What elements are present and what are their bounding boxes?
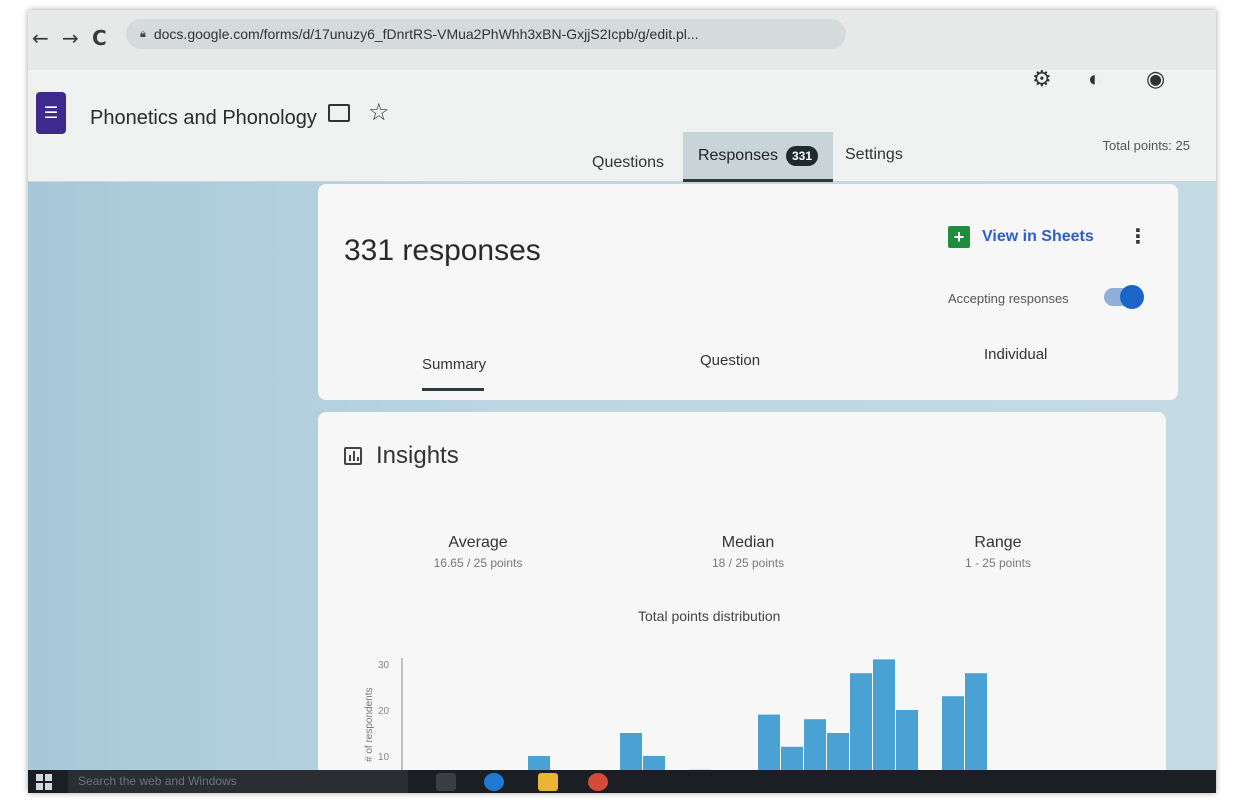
distribution-bar (620, 733, 642, 772)
stat-median: Median 18 / 25 points (668, 534, 828, 570)
median-label: Median (721, 534, 775, 551)
y-tick-label: 30 (378, 660, 390, 671)
subtab-individual[interactable]: Individual (984, 346, 1047, 363)
url-text: docs.google.com/forms/d/17unuzy6_fDnrtRS… (153, 26, 699, 42)
tab-responses[interactable]: Responses 331 (683, 132, 833, 182)
form-title[interactable]: Phonetics and Phonology (90, 107, 317, 130)
range-value: 1 - 25 points (964, 556, 1032, 570)
distribution-bar (758, 714, 780, 772)
back-arrow-icon[interactable]: ← (32, 26, 49, 50)
photo-frame: ← → C 🔒︎ docs.google.com/forms/d/17unuzy… (28, 10, 1216, 793)
form-header: ☰ Phonetics and Phonology ☆ ⚙ ◐ ◉ Questi… (28, 66, 1216, 182)
distribution-bar (850, 673, 872, 772)
tab-settings[interactable]: Settings (845, 146, 903, 164)
distribution-title: Total points distribution (638, 608, 781, 624)
stat-average: Average 16.65 / 25 points (398, 534, 558, 570)
responses-count-heading: 331 responses (344, 234, 541, 267)
chrome-browser-icon[interactable] (588, 773, 608, 791)
accepting-responses-toggle[interactable] (1104, 285, 1144, 309)
sheets-icon: + (948, 226, 970, 248)
reload-icon[interactable]: C (92, 26, 107, 50)
star-icon[interactable]: ☆ (368, 98, 390, 127)
view-in-sheets-link[interactable]: + View in Sheets (948, 226, 1094, 248)
tab-questions[interactable]: Questions (592, 154, 664, 172)
windows-start-icon[interactable] (36, 774, 52, 790)
distribution-bar (896, 710, 918, 772)
taskbar-search-input[interactable]: Search the web and Windows (68, 770, 408, 793)
tab-responses-label: Responses (697, 146, 778, 164)
forward-arrow-icon[interactable]: → (62, 26, 79, 50)
subtab-summary[interactable]: Summary (422, 356, 486, 373)
insights-title: Insights (376, 442, 459, 469)
y-tick-label: 20 (378, 706, 390, 717)
distribution-bar (804, 719, 826, 772)
google-forms-icon[interactable]: ☰ (36, 92, 66, 134)
distribution-bar (827, 733, 849, 772)
responses-count-badge: 331 (786, 145, 819, 166)
insights-heading: Insights (344, 442, 459, 470)
insights-card: Insights Average 16.65 / 25 points Media… (318, 412, 1166, 792)
stat-range: Range 1 - 25 points (918, 534, 1078, 570)
y-axis-label: # of respondents (364, 688, 375, 763)
toggle-knob (1120, 285, 1144, 309)
distribution-bar (942, 696, 964, 772)
main-content: 331 responses + View in Sheets ⋮ Accepti… (28, 182, 1216, 792)
folder-icon[interactable] (328, 104, 350, 122)
accepting-responses-label: Accepting responses (948, 291, 1069, 306)
palette-icon[interactable]: ◐ (1088, 66, 1101, 92)
address-bar[interactable]: 🔒︎ docs.google.com/forms/d/17unuzy6_fDnr… (126, 19, 846, 49)
y-tick-label: 10 (378, 752, 390, 763)
file-explorer-icon[interactable] (538, 773, 558, 791)
range-label: Range (974, 534, 1022, 551)
view-in-sheets-label: View in Sheets (982, 228, 1094, 245)
more-options-icon[interactable]: ⋮ (1128, 224, 1148, 249)
lock-icon: 🔒︎ (140, 27, 146, 40)
subtab-question[interactable]: Question (700, 352, 760, 369)
distribution-bar (781, 746, 803, 772)
subtab-active-indicator (422, 388, 484, 391)
browser-chrome: ← → C 🔒︎ docs.google.com/forms/d/17unuzy… (28, 10, 1216, 70)
median-value: 18 / 25 points (711, 556, 785, 570)
distribution-bar (965, 673, 987, 772)
responses-card: 331 responses + View in Sheets ⋮ Accepti… (318, 184, 1178, 400)
average-label: Average (448, 534, 508, 551)
preview-eye-icon[interactable]: ◉ (1146, 66, 1165, 92)
task-view-icon[interactable] (436, 773, 456, 791)
form-tabs: Questions Responses 331 Settings (28, 132, 1216, 182)
average-value: 16.65 / 25 points (433, 556, 523, 570)
insights-chart-icon (344, 447, 362, 465)
total-points: Total points: 25 (1102, 138, 1190, 153)
windows-taskbar: Search the web and Windows (28, 770, 1216, 793)
addon-puzzle-icon[interactable]: ⚙ (1032, 66, 1052, 92)
distribution-bar (873, 659, 895, 772)
edge-browser-icon[interactable] (484, 773, 504, 791)
distribution-chart: # of respondents 10 20 30 (364, 658, 987, 772)
